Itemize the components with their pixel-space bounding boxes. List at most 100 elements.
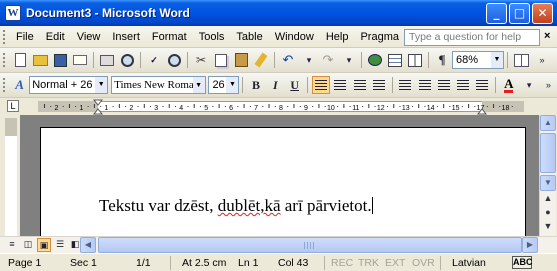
help-question-input[interactable]: Type a question for help (404, 29, 540, 46)
columns-button[interactable] (406, 51, 424, 69)
new-document-button[interactable] (11, 51, 29, 69)
justify-button[interactable] (370, 76, 387, 94)
next-page-button[interactable]: ▼ (540, 221, 556, 235)
increase-indent-button[interactable] (474, 76, 491, 94)
status-page-count[interactable]: 1/1 (136, 257, 151, 269)
copy-button[interactable] (212, 51, 230, 69)
menu-table[interactable]: Table (230, 27, 268, 47)
chevron-down-icon[interactable]: ▼ (192, 77, 205, 93)
menu-view[interactable]: View (71, 27, 107, 47)
status-line[interactable]: Ln 1 (238, 257, 258, 269)
save-button[interactable] (51, 51, 69, 69)
show-hide-button[interactable]: ¶ (433, 51, 451, 69)
paste-button[interactable] (232, 51, 250, 69)
decrease-indent-button[interactable] (455, 76, 472, 94)
previous-page-button[interactable]: ▲ (540, 193, 556, 207)
toolbar-options-button[interactable]: » (539, 76, 556, 94)
horizontal-ruler[interactable]: L 2 1 1 2 3 4 5 6 7 8 9 10 11 12 13 14 15 17 18 (0, 98, 557, 115)
chevron-down-icon[interactable]: ▼ (491, 52, 503, 68)
horizontal-scroll-thumb[interactable] (98, 237, 522, 253)
document-workspace[interactable]: Tekstu var dzēst, dublēt,kā arī pārvieto… (20, 115, 539, 236)
select-browse-object-button[interactable]: ● (540, 207, 556, 221)
menu-insert[interactable]: Insert (106, 27, 146, 47)
print-button[interactable] (98, 51, 116, 69)
minimize-button[interactable]: _ (486, 3, 507, 24)
scroll-right-button[interactable]: ▶ (522, 237, 538, 253)
document-page[interactable]: Tekstu var dzēst, dublēt,kā arī pārvieto… (40, 127, 526, 236)
spelling-button[interactable]: ✓ (145, 51, 163, 69)
align-right-button[interactable] (351, 76, 368, 94)
cut-button[interactable]: ✂ (192, 51, 210, 69)
scroll-up-button[interactable]: ▲ (540, 115, 556, 131)
font-select[interactable]: Times New Roman ▼ (111, 76, 206, 94)
menu-window[interactable]: Window (269, 27, 320, 47)
close-window-button[interactable]: ✕ (532, 3, 553, 24)
styles-formatting-button[interactable]: A (11, 76, 28, 94)
print-layout-button[interactable]: ▣ (37, 238, 51, 252)
vertical-scrollbar[interactable]: ▲ ▼ ▲ ● ▼ (539, 115, 556, 236)
format-painter-button[interactable] (252, 51, 270, 69)
document-close-icon[interactable]: × (544, 30, 550, 42)
font-color-button[interactable]: A (500, 76, 517, 94)
chevron-down-icon[interactable]: ▼ (226, 77, 239, 93)
word-app-icon[interactable]: W (5, 5, 21, 21)
line-spacing-button[interactable] (397, 76, 414, 94)
status-ext[interactable]: EXT (385, 257, 405, 269)
print-preview-button[interactable] (118, 51, 136, 69)
first-line-indent-marker[interactable] (92, 99, 104, 106)
menu-file[interactable]: File (10, 27, 40, 47)
status-column[interactable]: Col 43 (278, 257, 308, 269)
read-button[interactable] (512, 51, 530, 69)
align-left-button[interactable] (312, 76, 330, 94)
status-language[interactable]: Latvian (452, 257, 486, 269)
open-button[interactable] (31, 51, 49, 69)
toolbar-options-button[interactable]: » (532, 51, 550, 69)
research-button[interactable] (165, 51, 183, 69)
menu-edit[interactable]: Edit (40, 27, 71, 47)
menu-help[interactable]: Help (320, 27, 355, 47)
title-bar[interactable]: W Document3 - Microsoft Word _ □ ✕ (0, 0, 557, 26)
scroll-left-button[interactable]: ◀ (80, 237, 96, 253)
normal-view-button[interactable]: ≡ (5, 238, 19, 252)
bullets-button[interactable] (435, 76, 452, 94)
tables-borders-button[interactable] (386, 51, 404, 69)
font-color-dropdown[interactable]: ▾ (519, 76, 536, 94)
hanging-indent-marker[interactable] (92, 108, 104, 115)
style-select[interactable]: Normal + 26 pt ▼ (29, 76, 109, 94)
status-rec[interactable]: REC (331, 257, 353, 269)
maximize-button[interactable]: □ (509, 3, 530, 24)
status-section[interactable]: Sec 1 (70, 257, 97, 269)
status-trk[interactable]: TRK (358, 257, 379, 269)
font-size-select[interactable]: 26 ▼ (208, 76, 240, 94)
chevron-down-icon[interactable]: ▼ (95, 77, 108, 93)
italic-button[interactable]: I (267, 76, 284, 94)
menu-tools[interactable]: Tools (193, 27, 231, 47)
status-ovr[interactable]: OVR (412, 257, 435, 269)
bold-button[interactable]: B (247, 76, 264, 94)
numbering-button[interactable] (416, 76, 433, 94)
scroll-down-button[interactable]: ▼ (540, 175, 556, 191)
zoom-select[interactable]: 68% ▼ (452, 51, 504, 69)
redo-dropdown[interactable]: ▾ (339, 51, 357, 69)
web-layout-button[interactable]: ◫ (21, 238, 35, 252)
underline-button[interactable]: U (286, 76, 303, 94)
toolbar-grip-icon[interactable] (3, 78, 7, 92)
redo-button[interactable]: ↷ (319, 51, 337, 69)
vertical-scroll-thumb[interactable] (540, 133, 556, 173)
horizontal-scrollbar[interactable]: ≡ ◫ ▣ ☰ ◧ ◀ ▶ (0, 236, 557, 253)
status-page[interactable]: Page 1 (8, 257, 41, 269)
outline-view-button[interactable]: ☰ (53, 238, 67, 252)
menu-pragma[interactable]: Pragma (354, 27, 405, 47)
permission-button[interactable] (71, 51, 89, 69)
menu-grip-icon[interactable] (3, 29, 7, 44)
status-at[interactable]: At 2.5 cm (182, 257, 226, 269)
spelling-status-icon[interactable]: ABC (512, 256, 533, 269)
undo-dropdown[interactable]: ▾ (299, 51, 317, 69)
menu-format[interactable]: Format (146, 27, 193, 47)
hyperlink-button[interactable] (366, 51, 384, 69)
undo-button[interactable]: ↶ (279, 51, 297, 69)
align-center-button[interactable] (332, 76, 349, 94)
misspelled-word[interactable]: dublēt,kā (218, 196, 281, 215)
toolbar-grip-icon[interactable] (3, 53, 7, 67)
vertical-ruler[interactable] (5, 118, 17, 236)
